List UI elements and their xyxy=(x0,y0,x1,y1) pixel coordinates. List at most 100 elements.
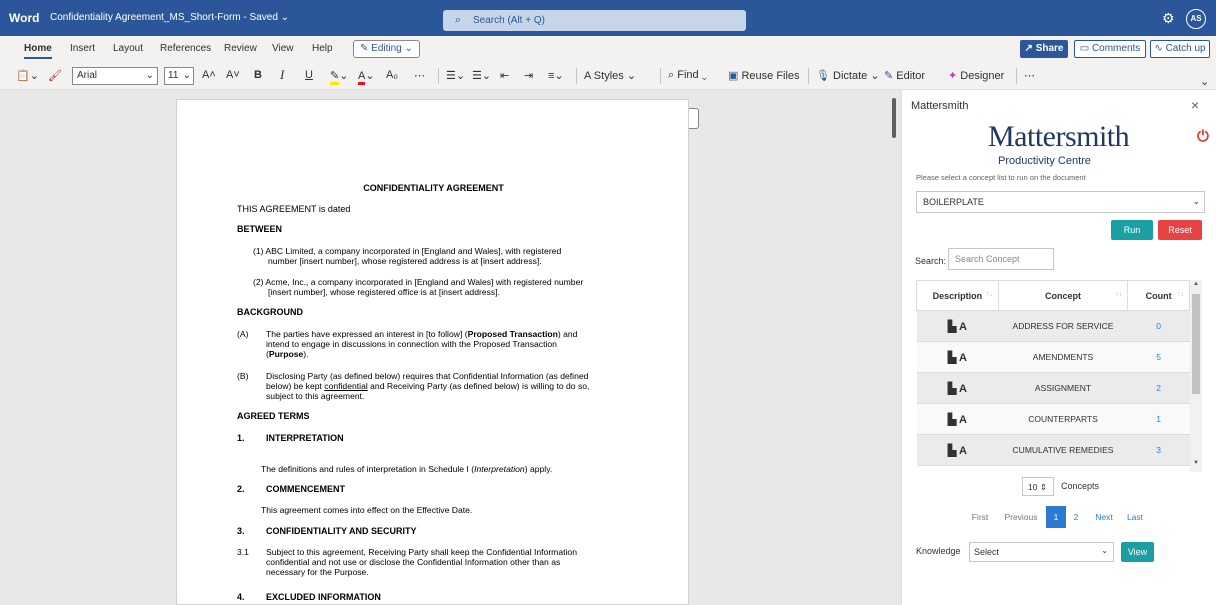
numbering-icon[interactable]: ☰⌄ xyxy=(472,69,491,82)
run-button[interactable]: Run xyxy=(1111,220,1153,240)
table-scrollbar[interactable]: ▲ ▼ xyxy=(1190,280,1202,472)
more-icon[interactable]: ⋯ xyxy=(414,69,425,82)
document-title[interactable]: Confidentiality Agreement_MS_Short-Form … xyxy=(50,12,289,23)
table-row[interactable]: ▙ A COUNTERPARTS 1 xyxy=(916,403,1190,435)
page-size-select[interactable]: 10 ⇕ xyxy=(1022,477,1054,496)
comment-icon: ▭ xyxy=(1079,43,1092,54)
underline-icon[interactable]: U xyxy=(305,69,313,81)
bold-icon[interactable]: B xyxy=(254,69,262,81)
bullets-icon[interactable]: ☰⌄ xyxy=(446,69,465,82)
description-cell[interactable]: ▙ A xyxy=(916,372,999,404)
description-cell[interactable]: ▙ A xyxy=(916,434,999,466)
pager-first[interactable]: First xyxy=(967,506,993,528)
styles-button[interactable]: A Styles ⌄ xyxy=(584,69,636,82)
tab-view[interactable]: View xyxy=(272,43,294,54)
count-cell[interactable]: 5 xyxy=(1127,341,1190,373)
decrease-indent-icon[interactable]: ⇤ xyxy=(500,69,509,82)
knowledge-select[interactable]: Select ⌄ xyxy=(969,542,1114,562)
gear-icon[interactable]: ⚙ xyxy=(1162,10,1175,27)
table-row[interactable]: ▙ A ASSIGNMENT 2 xyxy=(916,372,1190,404)
collapse-ribbon-icon[interactable]: ⌄ xyxy=(1200,75,1209,88)
clear-formatting-icon[interactable]: A₀ xyxy=(386,69,398,81)
scroll-down-icon[interactable]: ▼ xyxy=(1193,460,1199,466)
count-cell[interactable]: 2 xyxy=(1127,372,1190,404)
close-icon[interactable]: × xyxy=(1191,97,1199,113)
scrollbar-thumb[interactable] xyxy=(1192,294,1200,394)
font-icon: A xyxy=(958,382,967,395)
format-painter-icon[interactable]: 🖌 xyxy=(48,69,62,82)
pager-page-1[interactable]: 1 xyxy=(1046,506,1066,528)
description-cell[interactable]: ▙ A xyxy=(916,310,999,342)
pager-previous[interactable]: Previous xyxy=(998,506,1044,528)
increase-indent-icon[interactable]: ⇥ xyxy=(524,69,533,82)
styles-label: Styles xyxy=(593,70,624,82)
comment-margin-tab[interactable] xyxy=(689,108,699,129)
recital-b-line-2: below) be kept confidential and Receivin… xyxy=(266,381,589,391)
view-button[interactable]: View xyxy=(1121,542,1154,562)
table-row[interactable]: ▙ A ADDRESS FOR SERVICE 0 xyxy=(916,310,1190,342)
catch-up-button[interactable]: ∿ Catch up xyxy=(1150,40,1210,58)
search-box[interactable]: ⌕ Search (Alt + Q) xyxy=(443,10,746,31)
document-icon: ▙ xyxy=(947,320,957,333)
chevron-down-icon: ⌄ xyxy=(145,70,154,81)
italic-icon[interactable]: I xyxy=(280,67,284,83)
table-row[interactable]: ▙ A CUMULATIVE REMEDIES 3 xyxy=(916,434,1190,466)
description-cell[interactable]: ▙ A xyxy=(916,341,999,373)
font-color-icon[interactable]: A⌄ xyxy=(358,69,375,85)
tab-home[interactable]: Home xyxy=(24,43,52,59)
pulse-icon: ∿ xyxy=(1154,43,1166,54)
find-button[interactable]: ⌕ Find ⌄ xyxy=(668,69,707,82)
microphone-icon: 🎙 xyxy=(816,70,830,82)
clause-3-1-number: 3.1 xyxy=(237,547,249,557)
count-cell[interactable]: 1 xyxy=(1127,403,1190,435)
pager-next[interactable]: Next xyxy=(1090,506,1118,528)
tab-insert[interactable]: Insert xyxy=(70,43,95,54)
description-cell[interactable]: ▙ A xyxy=(916,403,999,435)
dictate-button[interactable]: 🎙 Dictate ⌄ xyxy=(816,69,880,82)
pager-last[interactable]: Last xyxy=(1122,506,1148,528)
editing-mode-button[interactable]: ✎ Editing ⌄ xyxy=(353,40,420,58)
clause-3-1-line-1: Subject to this agreement, Receiving Par… xyxy=(266,547,577,557)
separator xyxy=(808,68,809,84)
concept-table: Description ↑↓ Concept ↑↓ Count ↑↓ ▙ A ADDR… xyxy=(916,280,1190,466)
column-concept[interactable]: Concept ↑↓ xyxy=(997,280,1129,311)
font-icon: A xyxy=(958,413,967,426)
tab-references[interactable]: References xyxy=(160,43,211,54)
count-cell[interactable]: 0 xyxy=(1127,310,1190,342)
concept-cell: ASSIGNMENT xyxy=(998,372,1128,404)
pager-page-2[interactable]: 2 xyxy=(1067,506,1085,528)
scroll-up-icon[interactable]: ▲ xyxy=(1193,281,1199,287)
reuse-files-button[interactable]: ▣ Reuse Files xyxy=(728,69,800,82)
share-button[interactable]: ↗ Share xyxy=(1020,40,1068,58)
recital-b-line-1: Disclosing Party (as defined below) requ… xyxy=(266,371,589,381)
clipboard-icon[interactable]: 📋⌄ xyxy=(16,69,39,82)
text: below) be kept xyxy=(266,381,325,391)
document-scrollbar[interactable] xyxy=(892,98,896,138)
grow-font-icon[interactable]: A˄ xyxy=(202,69,216,81)
document-page[interactable]: CONFIDENTIALITY AGREEMENT THIS AGREEMENT… xyxy=(176,99,689,605)
editor-button[interactable]: ✎ Editor xyxy=(884,69,925,82)
clause-2-text: This agreement comes into effect on the … xyxy=(261,505,473,515)
column-count[interactable]: Count ↑↓ xyxy=(1127,280,1190,311)
count-cell[interactable]: 3 xyxy=(1127,434,1190,466)
font-size-select[interactable]: 11 ⌄ xyxy=(164,67,194,85)
search-concept-input[interactable]: Search Concept xyxy=(948,248,1054,270)
column-description[interactable]: Description ↑↓ xyxy=(916,280,999,311)
party-1-line-2: number [insert number], whose registered… xyxy=(268,256,542,266)
font-family-select[interactable]: Arial ⌄ xyxy=(72,67,158,85)
reset-button[interactable]: Reset xyxy=(1158,220,1202,240)
shrink-font-icon[interactable]: A˅ xyxy=(226,69,240,81)
concept-list-select[interactable]: BOILERPLATE ⌄ xyxy=(916,191,1205,213)
more-options-icon[interactable]: ⋯ xyxy=(1024,69,1035,82)
avatar[interactable]: AS xyxy=(1186,9,1206,29)
align-icon[interactable]: ≡⌄ xyxy=(548,69,564,82)
designer-button[interactable]: ✦ Designer xyxy=(948,69,1004,82)
tab-review[interactable]: Review xyxy=(224,43,257,54)
recital-b-label: (B) xyxy=(237,371,249,381)
tab-layout[interactable]: Layout xyxy=(113,43,143,54)
tab-help[interactable]: Help xyxy=(312,43,333,54)
highlight-icon[interactable]: ✎⌄ xyxy=(330,69,348,85)
table-row[interactable]: ▙ A AMENDMENTS 5 xyxy=(916,341,1190,373)
power-icon[interactable]: ⏻ xyxy=(1197,128,1209,145)
comments-button[interactable]: ▭ Comments xyxy=(1074,40,1146,58)
